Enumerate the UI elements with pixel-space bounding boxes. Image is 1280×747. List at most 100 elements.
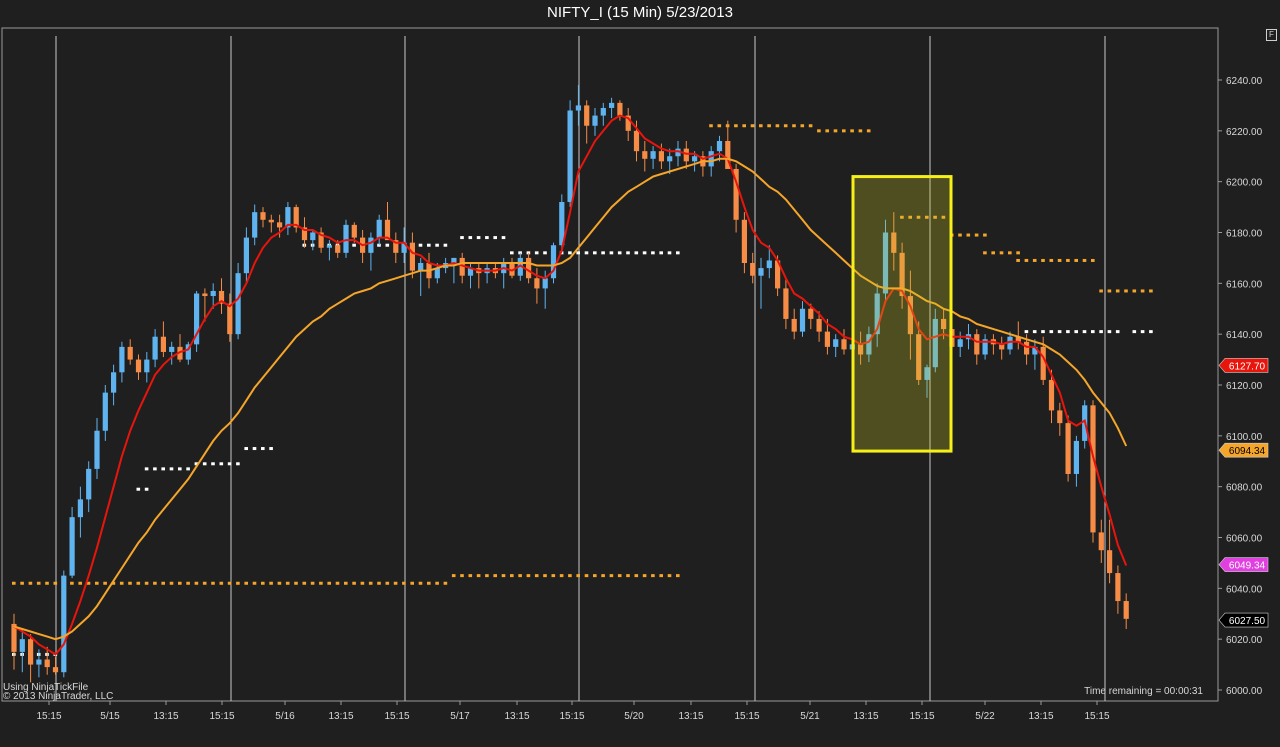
level-dot	[792, 124, 796, 128]
candle-body	[575, 105, 581, 111]
level-dot	[626, 251, 630, 255]
level-dot	[460, 574, 464, 578]
level-dot	[53, 581, 58, 585]
level-dot	[1032, 258, 1037, 262]
candle-body	[1040, 346, 1046, 380]
y-tick-label: 6180.00	[1226, 229, 1263, 240]
level-dot	[153, 467, 157, 471]
level-dot	[626, 574, 630, 578]
candle-body	[833, 339, 839, 347]
level-dot	[368, 581, 373, 585]
level-dot	[493, 236, 497, 240]
level-dot	[543, 574, 547, 578]
level-dot	[1099, 289, 1103, 293]
candle-body	[44, 659, 50, 668]
candle-body	[202, 293, 208, 297]
level-dot	[642, 574, 647, 578]
level-dot	[667, 574, 672, 578]
level-dot	[227, 581, 232, 585]
level-dot	[1132, 289, 1137, 293]
level-dot	[360, 581, 365, 585]
level-dot	[169, 581, 174, 585]
candle-body	[235, 273, 241, 335]
candle-body	[1123, 601, 1129, 619]
level-dot	[1149, 330, 1153, 334]
level-dot	[551, 574, 556, 578]
price-marker: 6127.70	[1218, 358, 1269, 373]
level-dot	[866, 129, 871, 133]
level-dot	[70, 581, 74, 585]
level-dot	[1032, 330, 1037, 334]
x-tick-label: 13:15	[328, 711, 353, 722]
level-dot	[617, 574, 622, 578]
level-dot	[659, 574, 663, 578]
level-dot	[236, 462, 240, 466]
level-dot	[1124, 289, 1128, 293]
x-tick-label: 5/15	[100, 711, 120, 722]
level-dot	[136, 487, 141, 491]
level-dot	[36, 581, 41, 585]
candle-body	[617, 102, 623, 116]
candle-body	[1057, 410, 1063, 424]
level-dot	[269, 581, 273, 585]
candle-body	[335, 245, 341, 253]
candle-body	[683, 148, 689, 162]
level-dot	[617, 251, 622, 255]
level-dot	[451, 574, 456, 578]
level-dot	[609, 251, 614, 255]
candle-body	[36, 659, 42, 665]
level-dot	[219, 581, 224, 585]
level-dot	[128, 581, 132, 585]
level-dot	[103, 581, 107, 585]
candle-body	[310, 232, 316, 241]
level-dot	[1140, 289, 1145, 293]
candle-body	[135, 359, 142, 373]
candle-body	[94, 430, 100, 469]
level-dot	[435, 243, 439, 247]
level-dot	[144, 487, 149, 491]
level-dot	[1091, 258, 1095, 262]
candle-body	[77, 499, 83, 518]
level-dot	[161, 581, 165, 585]
price-chart[interactable]: 6000.00 6020.00 6040.00 6060.00 6080.00 6100.…	[0, 0, 1280, 747]
candle-body	[716, 141, 723, 152]
level-dot	[1049, 258, 1054, 262]
level-dot	[676, 251, 680, 255]
y-tick-label: 6100.00	[1226, 432, 1263, 443]
level-dot	[568, 251, 572, 255]
level-dot	[319, 581, 323, 585]
candle-body	[642, 151, 648, 159]
level-dot	[510, 251, 514, 255]
level-dot	[817, 129, 821, 133]
level-dot	[576, 574, 580, 578]
level-dot	[534, 574, 539, 578]
level-dot	[584, 251, 589, 255]
level-dot	[783, 124, 788, 128]
y-tick-label: 6020.00	[1226, 635, 1263, 646]
candle-body	[1073, 440, 1079, 474]
y-tick-label: 6240.00	[1226, 76, 1263, 87]
level-dot	[1107, 289, 1112, 293]
candle-body	[1115, 573, 1121, 602]
level-dot	[136, 581, 141, 585]
x-tick-label: 15:15	[384, 711, 409, 722]
plot-frame	[1, 27, 1219, 702]
level-dot	[443, 243, 448, 247]
level-dot	[559, 574, 564, 578]
highlight-layer	[851, 175, 953, 453]
level-dot	[510, 574, 514, 578]
level-dot	[501, 574, 506, 578]
price-marker: 6027.50	[1218, 612, 1269, 628]
price-marker-label: 6049.34	[1229, 561, 1266, 572]
level-dot	[999, 251, 1004, 255]
x-tick-label: 13:15	[153, 711, 178, 722]
candle-body	[766, 260, 772, 269]
level-dot	[1074, 258, 1078, 262]
candle-body	[526, 257, 532, 279]
level-dot	[202, 462, 207, 466]
level-dot	[750, 124, 755, 128]
level-dot	[244, 581, 248, 585]
level-dot	[800, 124, 805, 128]
y-tick-label: 6120.00	[1226, 381, 1263, 392]
candle-body	[61, 575, 67, 673]
